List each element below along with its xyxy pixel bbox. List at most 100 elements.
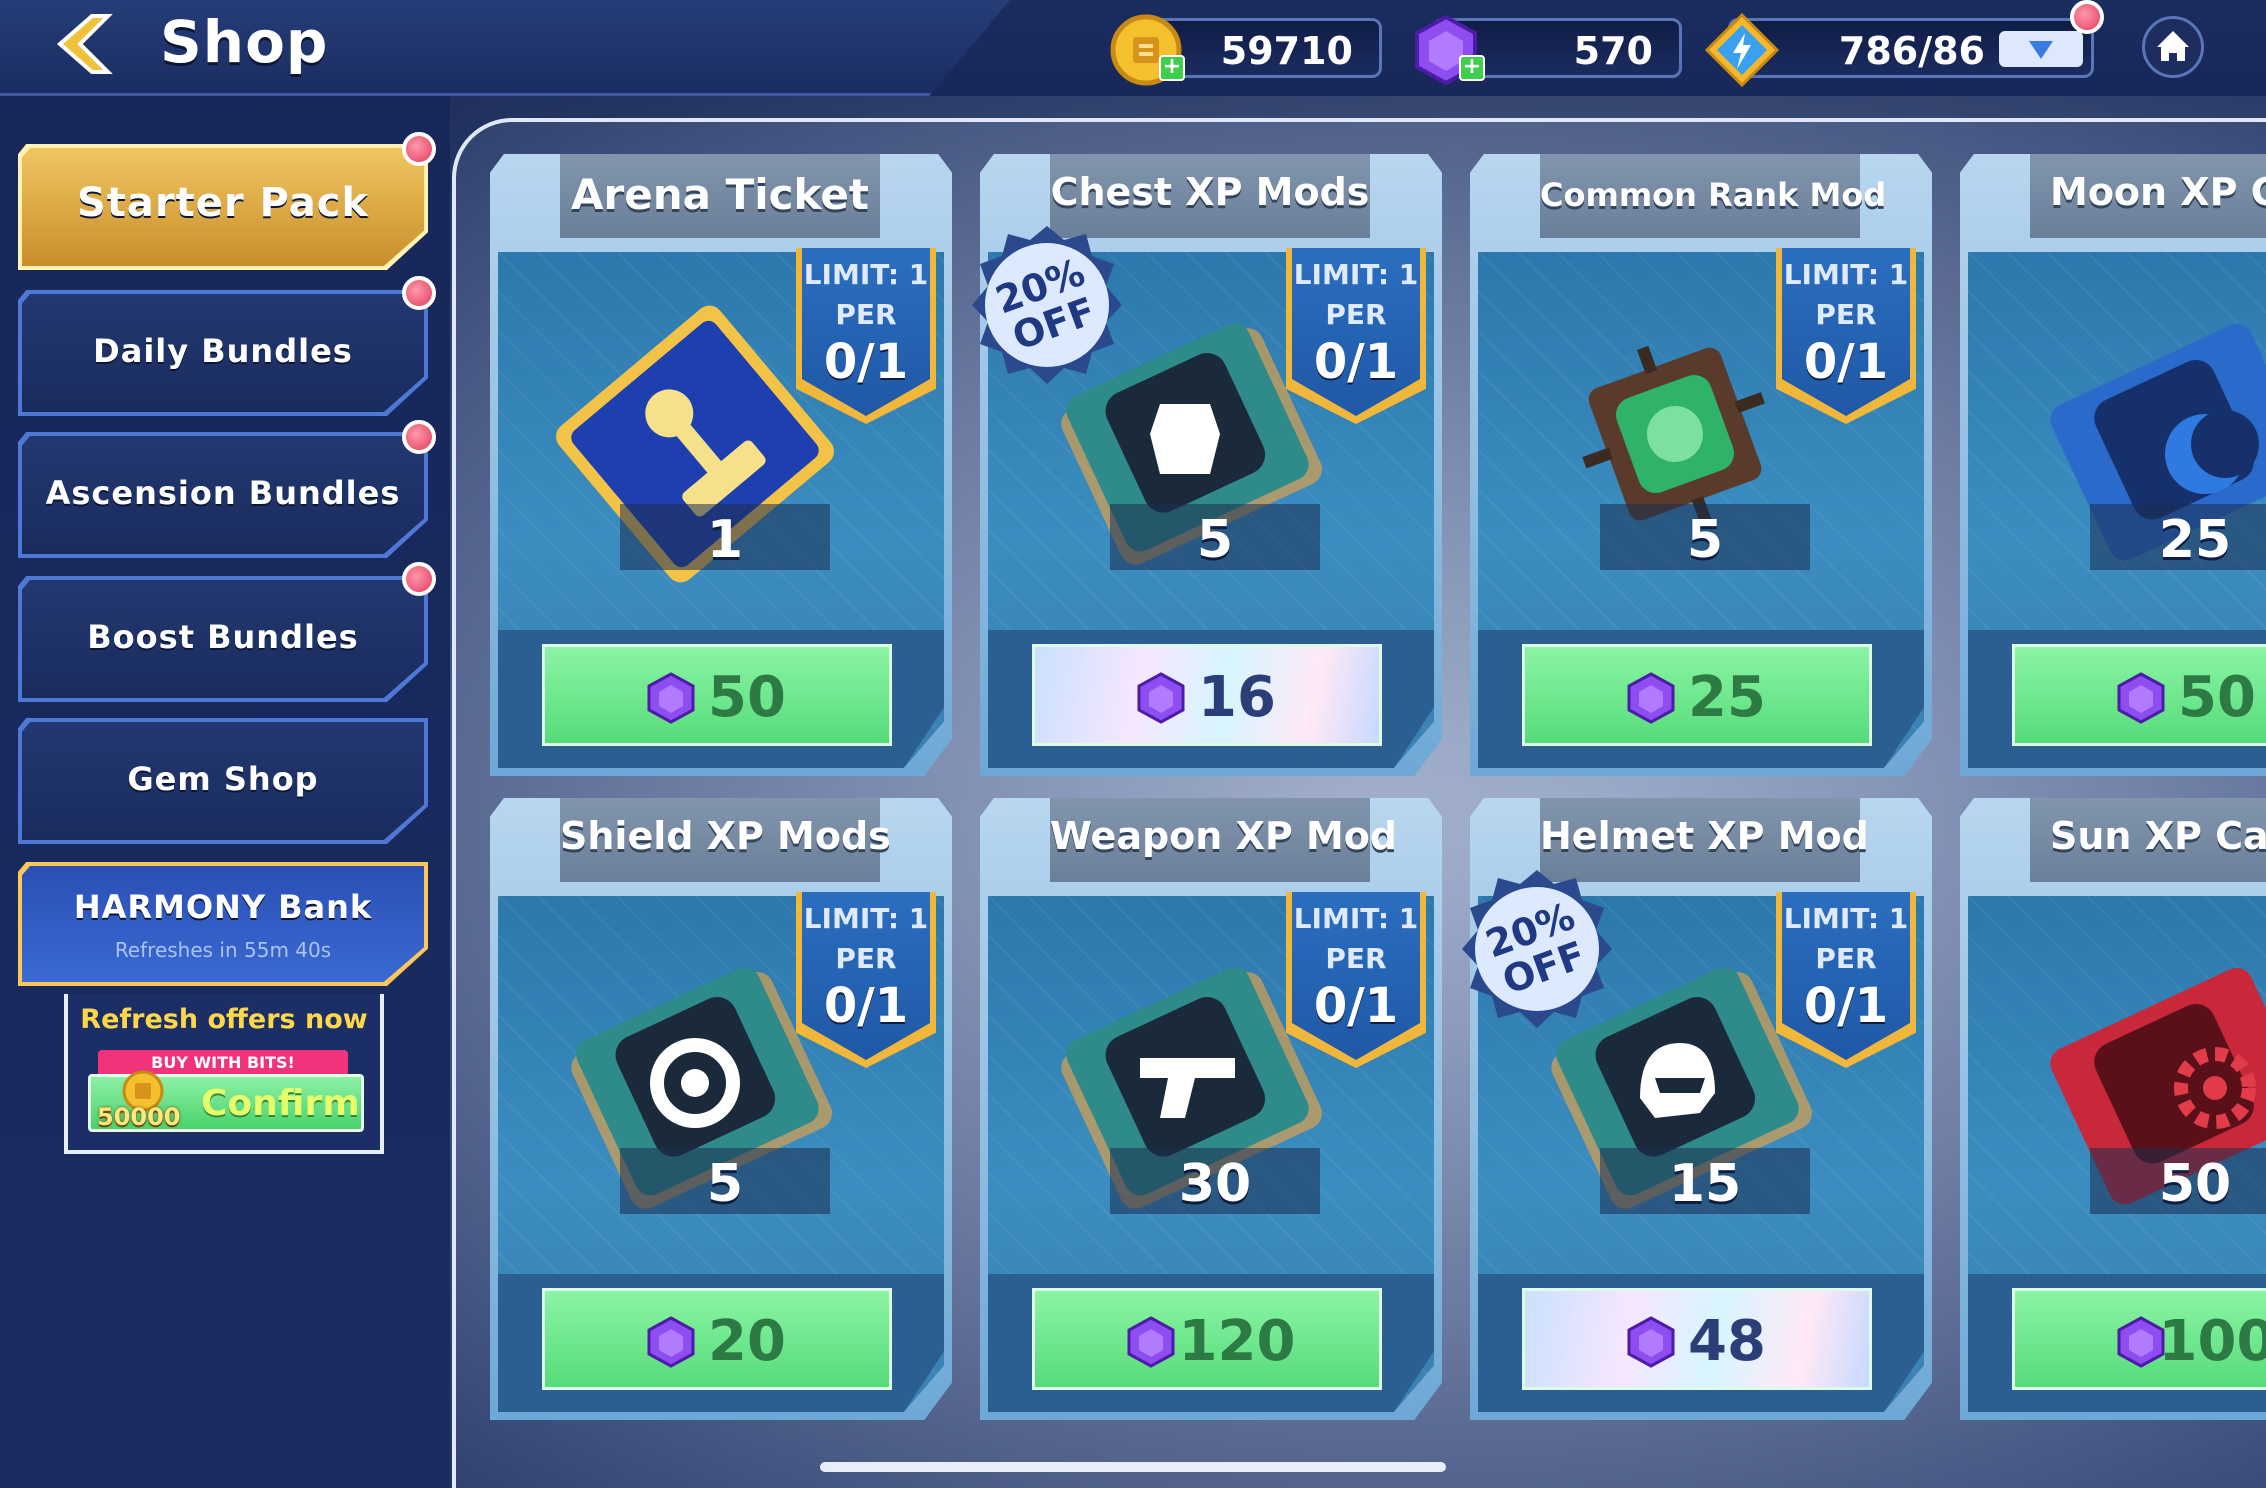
- price-value: 48: [1688, 1309, 1766, 1374]
- shop-card-moon-xp[interactable]: Moon XP Ca 25 50: [1960, 154, 2266, 776]
- price-value: 50: [2178, 665, 2256, 730]
- limit-count: 0/1: [1803, 978, 1889, 1034]
- horizontal-scrollbar[interactable]: [820, 1462, 1446, 1472]
- top-bar: Shop + 59710 + 570 786/86: [0, 0, 2266, 96]
- purchase-limit-badge: LIMIT: 1 PER 0/1: [796, 248, 936, 424]
- sidebar-item-label: Ascension Bundles: [45, 474, 401, 512]
- sidebar-item-ascension-bundles[interactable]: Ascension Bundles: [18, 432, 428, 558]
- sidebar-item-starter-pack[interactable]: Starter Pack: [18, 144, 428, 270]
- purchase-limit-badge: LIMIT: 1 PER 0/1: [1776, 892, 1916, 1068]
- price-value: 20: [708, 1309, 786, 1374]
- card-title: Sun XP Ca: [2050, 814, 2266, 858]
- back-button[interactable]: [52, 12, 124, 76]
- card-title: Helmet XP Mod: [1540, 814, 1869, 858]
- limit-label: LIMIT: 1: [1783, 258, 1909, 291]
- price-value: 16: [1198, 665, 1276, 730]
- limit-label: LIMIT: 1: [1293, 902, 1419, 935]
- sidebar-item-label: Boost Bundles: [87, 618, 359, 656]
- sidebar-item-boost-bundles[interactable]: Boost Bundles: [18, 576, 428, 702]
- sidebar-item-gem-shop[interactable]: Gem Shop: [18, 718, 428, 844]
- chevron-down-icon: [2029, 41, 2053, 59]
- limit-label: LIMIT: 1: [1293, 258, 1419, 291]
- notification-dot: [402, 562, 436, 596]
- back-arrow-icon: [56, 14, 113, 74]
- buy-button[interactable]: 120: [1032, 1288, 1382, 1390]
- sidebar-item-harmony-bank[interactable]: HARMONY Bank Refreshes in 55m 40s: [18, 862, 428, 986]
- price-value: 50: [708, 665, 786, 730]
- buy-button[interactable]: 50: [2012, 644, 2266, 746]
- item-quantity: 30: [1178, 1154, 1252, 1214]
- item-quantity: 5: [706, 1154, 744, 1214]
- shop-card-common-rank-mod[interactable]: Common Rank Mod 5 LIMIT: 1 PER 0/1 25: [1470, 154, 1932, 776]
- purchase-limit-badge: LIMIT: 1 PER 0/1: [796, 892, 936, 1068]
- shop-card-arena-ticket[interactable]: Arena Ticket 1 LIMIT: 1 PER 0/1 50: [490, 154, 952, 776]
- notification-dot: [402, 276, 436, 310]
- discount-badge: 20% OFF: [972, 226, 1122, 384]
- shop-card-helmet-xp-mod[interactable]: Helmet XP Mod 15 LIMIT: 1 PER 0/1 48 20%…: [1462, 798, 1932, 1420]
- price-value: 100: [2158, 1309, 2266, 1374]
- limit-per-label: PER: [835, 298, 897, 331]
- notification-dot: [402, 420, 436, 454]
- shop-card-weapon-xp-mod[interactable]: Weapon XP Mod 30 LIMIT: 1 PER 0/1 120: [980, 798, 1442, 1420]
- home-icon: [2157, 31, 2189, 61]
- home-button[interactable]: [2142, 16, 2204, 78]
- item-quantity: 5: [1686, 510, 1724, 570]
- card-title: Arena Ticket: [571, 170, 869, 219]
- item-quantity: 5: [1196, 510, 1234, 570]
- item-quantity: 50: [2158, 1154, 2232, 1214]
- confirm-refresh-button[interactable]: 50000 Confirm: [88, 1070, 364, 1132]
- limit-per-label: PER: [1815, 942, 1877, 975]
- sidebar-item-label: Daily Bundles: [93, 332, 353, 370]
- refresh-offers-panel: Refresh offers now BUY WITH BITS! 50000 …: [64, 994, 384, 1154]
- sidebar-item-label: Gem Shop: [127, 760, 319, 798]
- item-quantity: 1: [706, 510, 744, 570]
- limit-count: 0/1: [823, 978, 909, 1034]
- limit-count: 0/1: [1313, 334, 1399, 390]
- buy-button[interactable]: 20: [542, 1288, 892, 1390]
- sidebar-item-label: HARMONY Bank: [73, 888, 373, 926]
- sidebar-item-label: Starter Pack: [76, 180, 370, 226]
- limit-count: 0/1: [823, 334, 909, 390]
- shop-card-chest-xp-mods[interactable]: Chest XP Mods 5 LIMIT: 1 PER 0/1 16 20% …: [972, 154, 1442, 776]
- notification-dot: [402, 132, 436, 166]
- buy-button[interactable]: 100: [2012, 1288, 2266, 1390]
- energy-notification-dot: [2070, 0, 2104, 34]
- card-title: Chest XP Mods: [1050, 170, 1370, 214]
- sidebar-item-daily-bundles[interactable]: Daily Bundles: [18, 290, 428, 416]
- page-title: Shop: [160, 8, 329, 76]
- confirm-label: Confirm: [201, 1083, 360, 1124]
- energy-icon: [1704, 12, 1780, 88]
- energy-dropdown-button[interactable]: [1999, 31, 2083, 67]
- discount-badge: 20% OFF: [1462, 870, 1612, 1028]
- purchase-limit-badge: LIMIT: 1 PER 0/1: [1286, 248, 1426, 424]
- limit-label: LIMIT: 1: [1783, 902, 1909, 935]
- shop-card-sun-xp[interactable]: Sun XP Ca 50 100: [1960, 798, 2266, 1420]
- coin-amount: 59710: [1220, 29, 1353, 73]
- limit-per-label: PER: [1325, 298, 1387, 331]
- top-bar-panel: [0, 0, 1010, 96]
- price-value: 120: [1178, 1309, 1296, 1374]
- limit-per-label: PER: [1815, 298, 1877, 331]
- limit-per-label: PER: [1325, 942, 1387, 975]
- limit-count: 0/1: [1313, 978, 1399, 1034]
- buy-button[interactable]: 16: [1032, 644, 1382, 746]
- shop-card-shield-xp-mods[interactable]: Shield XP Mods 5 LIMIT: 1 PER 0/1 20: [490, 798, 952, 1420]
- add-gems-button[interactable]: +: [1459, 55, 1485, 81]
- buy-button[interactable]: 25: [1522, 644, 1872, 746]
- add-coins-button[interactable]: +: [1159, 55, 1185, 81]
- energy-counter: 786/86: [1704, 12, 2094, 88]
- buy-button[interactable]: 48: [1522, 1288, 1872, 1390]
- limit-label: LIMIT: 1: [803, 258, 929, 291]
- card-title: Shield XP Mods: [560, 814, 891, 858]
- gem-counter: + 570: [1415, 14, 1682, 86]
- buy-button[interactable]: 50: [542, 644, 892, 746]
- price-value: 25: [1688, 665, 1766, 730]
- refresh-timer: Refreshes in 55m 40s: [114, 938, 332, 962]
- gem-amount: 570: [1573, 29, 1653, 73]
- limit-count: 0/1: [1803, 334, 1889, 390]
- card-title: Weapon XP Mod: [1050, 814, 1398, 858]
- coin-counter: + 59710: [1110, 14, 1382, 86]
- bits-cost: 50000: [97, 1103, 181, 1131]
- purchase-limit-badge: LIMIT: 1 PER 0/1: [1286, 892, 1426, 1068]
- limit-per-label: PER: [835, 942, 897, 975]
